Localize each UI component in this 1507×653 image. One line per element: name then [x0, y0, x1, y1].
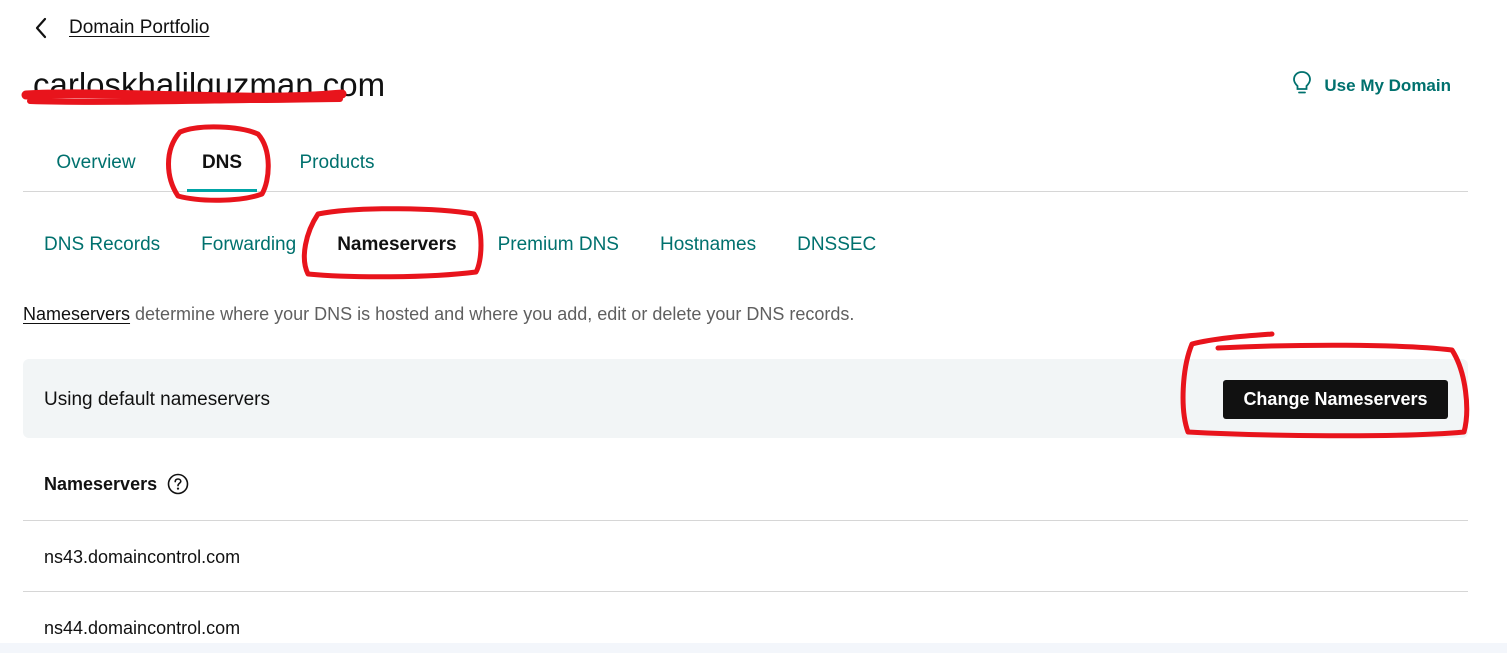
tab-dns[interactable]: DNS [187, 135, 257, 192]
nameserver-row: ns43.domaincontrol.com [23, 520, 1468, 591]
description-text: determine where your DNS is hosted and w… [130, 304, 855, 324]
page-bottom-band [0, 643, 1507, 653]
nameserver-status-text: Using default nameservers [44, 389, 270, 410]
nameservers-heading: Nameservers [44, 473, 158, 494]
domain-portfolio-link[interactable]: Domain Portfolio [69, 17, 209, 39]
chevron-left-icon[interactable] [30, 14, 52, 42]
tab-overview[interactable]: Overview [54, 135, 138, 191]
lightbulb-icon [1292, 70, 1312, 101]
nameservers-description: Nameservers determine where your DNS is … [23, 304, 854, 325]
subtab-dns-records[interactable]: DNS Records [44, 234, 160, 262]
tab-products[interactable]: Products [297, 135, 377, 191]
main-tabs: Overview DNS Products [23, 135, 1468, 192]
use-my-domain-label: Use My Domain [1324, 75, 1451, 95]
subtab-hostnames[interactable]: Hostnames [660, 234, 756, 262]
subtab-dnssec[interactable]: DNSSEC [797, 234, 876, 262]
nameserver-list: ns43.domaincontrol.com ns44.domaincontro… [23, 520, 1468, 653]
nameserver-status-panel: Using default nameservers Change Nameser… [23, 359, 1468, 438]
nameservers-section-header: Nameservers [44, 473, 189, 495]
change-nameservers-button[interactable]: Change Nameservers [1223, 380, 1448, 419]
page-title: carloskhalilguzman.com [33, 66, 386, 103]
question-circle-icon[interactable] [167, 473, 189, 495]
subtab-forwarding[interactable]: Forwarding [201, 234, 296, 262]
nameservers-help-link[interactable]: Nameservers [23, 304, 130, 324]
use-my-domain-button[interactable]: Use My Domain [1292, 70, 1451, 101]
subtab-premium-dns[interactable]: Premium DNS [498, 234, 619, 262]
subtab-nameservers[interactable]: Nameservers [337, 234, 456, 262]
dns-sub-tabs: DNS Records Forwarding Nameservers Premi… [44, 234, 917, 262]
breadcrumb: Domain Portfolio [30, 14, 209, 42]
